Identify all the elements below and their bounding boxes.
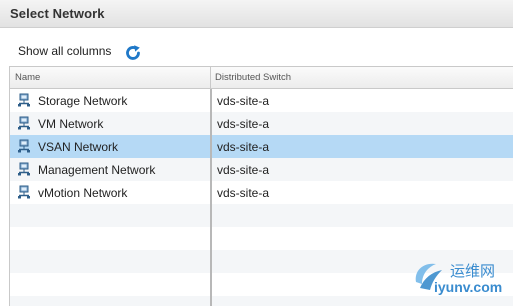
table-header: Name Distributed Switch	[10, 67, 513, 89]
empty-row	[10, 204, 513, 227]
distributed-switch-value: vds-site-a	[217, 117, 270, 131]
network-icon	[18, 116, 30, 130]
network-name: Management Network	[38, 163, 156, 177]
table-row[interactable]: vMotion Network vds-site-a	[10, 181, 513, 204]
network-icon	[18, 93, 30, 107]
toolbar: Show all columns	[0, 29, 513, 66]
distributed-switch-value: vds-site-a	[217, 163, 270, 177]
watermark-cn-text: 运维网	[450, 262, 496, 280]
network-icon	[18, 185, 30, 199]
network-icon	[18, 139, 30, 153]
table-row[interactable]: Management Network vds-site-a	[10, 158, 513, 181]
distributed-switch-value: vds-site-a	[217, 140, 270, 154]
column-header-name[interactable]: Name	[15, 72, 40, 83]
network-name: Storage Network	[38, 94, 128, 108]
dialog-title: Select Network	[10, 6, 105, 21]
distributed-switch-value: vds-site-a	[217, 94, 270, 108]
network-name: VSAN Network	[38, 140, 119, 154]
network-name: vMotion Network	[38, 186, 128, 200]
table-row[interactable]: Storage Network vds-site-a	[10, 89, 513, 112]
distributed-switch-value: vds-site-a	[217, 186, 270, 200]
dialog-titlebar: Select Network	[0, 0, 513, 28]
network-name: VM Network	[38, 117, 104, 131]
column-divider[interactable]	[210, 89, 212, 306]
column-header-distributed-switch[interactable]: Distributed Switch	[215, 72, 291, 83]
table-row-selected[interactable]: VSAN Network vds-site-a	[10, 135, 513, 158]
header-separator[interactable]	[210, 67, 211, 89]
table-row[interactable]: VM Network vds-site-a	[10, 112, 513, 135]
watermark: 运维网 iyunv.com	[408, 258, 513, 304]
refresh-icon[interactable]	[124, 44, 142, 62]
show-all-columns-link[interactable]: Show all columns	[18, 44, 111, 58]
watermark-en-text: iyunv.com	[434, 279, 503, 295]
select-network-dialog: Select Network Show all columns Name Dis…	[0, 0, 513, 306]
network-icon	[18, 162, 30, 176]
empty-row	[10, 227, 513, 250]
